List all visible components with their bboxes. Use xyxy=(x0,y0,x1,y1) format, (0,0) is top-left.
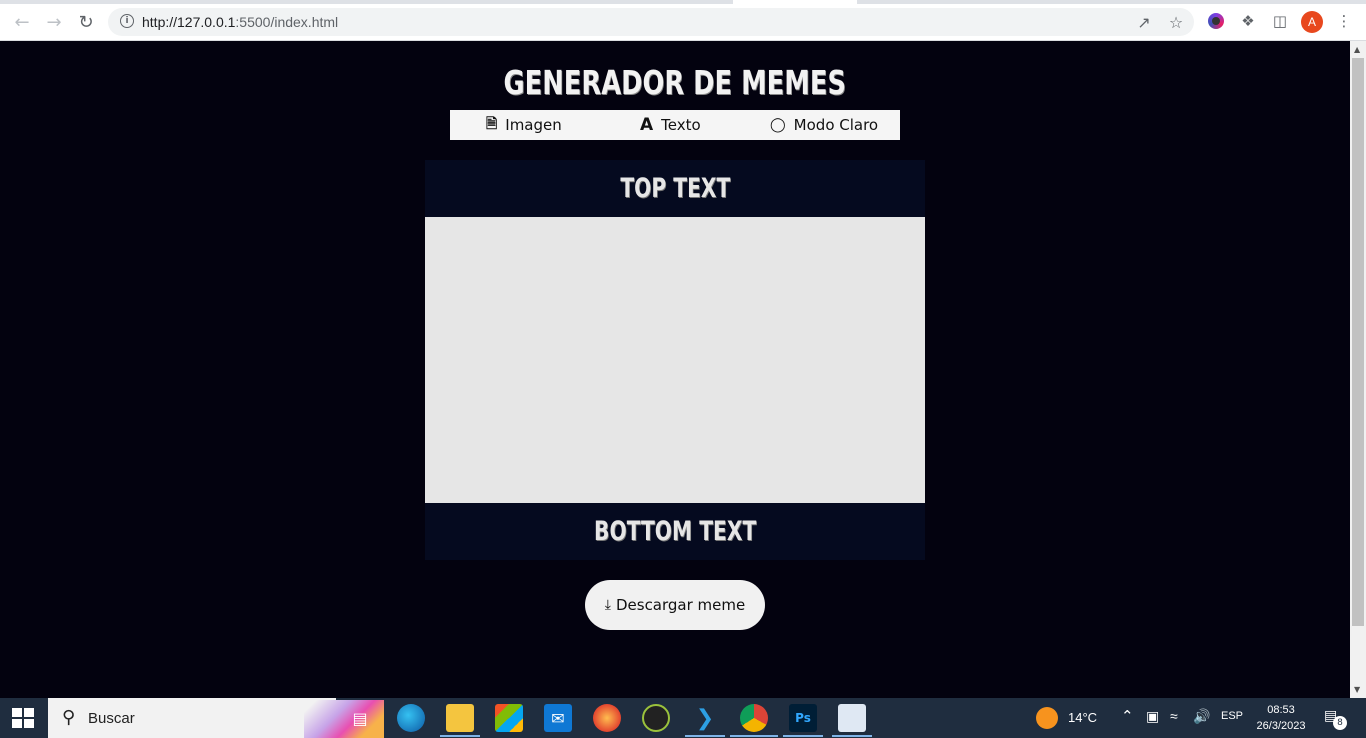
top-text: TOP TEXT xyxy=(620,173,730,204)
active-tab[interactable] xyxy=(733,0,857,4)
search-icon: ⚲ xyxy=(62,707,76,728)
mail-icon[interactable]: ✉ xyxy=(544,704,572,732)
search-input[interactable]: Buscar xyxy=(88,710,135,727)
volume-icon[interactable]: 🔊 xyxy=(1193,708,1210,725)
running-indicator xyxy=(783,735,823,737)
language-indicator[interactable]: ESP xyxy=(1221,710,1243,722)
clock-date: 26/3/2023 xyxy=(1256,720,1306,732)
info-icon[interactable]: i xyxy=(120,14,134,28)
vscode-icon[interactable]: ❯ xyxy=(691,704,719,732)
weather-icon[interactable] xyxy=(1036,707,1058,729)
scroll-up-icon[interactable]: ▲ xyxy=(1354,45,1360,54)
clock-time: 08:53 xyxy=(1267,704,1295,716)
scrollbar-thumb[interactable] xyxy=(1352,58,1364,626)
meme-container: TOP TEXT BOTTOM TEXT xyxy=(425,160,925,560)
download-meme-button[interactable]: ⤓ Descargar meme xyxy=(585,580,765,630)
menu-item-modo-claro[interactable]: ◯ Modo Claro xyxy=(770,110,878,140)
taskbar: ⚲ Buscar ▤ ✉ ❯ Ps 14°C ⌃ ▣ ≈ 🔊 ESP 08:53… xyxy=(0,698,1366,738)
url-path: :5500/index.html xyxy=(235,14,339,30)
bottom-text: BOTTOM TEXT xyxy=(593,516,757,547)
back-arrow-icon[interactable]: ← xyxy=(10,10,34,34)
star-icon[interactable]: ☆ xyxy=(1166,12,1186,32)
menu-item-label: Texto xyxy=(661,116,701,134)
menu-item-texto[interactable]: A Texto xyxy=(640,110,701,140)
meme-image-area xyxy=(425,217,925,503)
chrome-icon[interactable] xyxy=(740,704,768,732)
page-title: GENERADOR DE MEMES xyxy=(503,63,847,102)
lightbulb-icon: ◯ xyxy=(770,117,786,133)
share-icon[interactable]: ↗ xyxy=(1134,12,1154,32)
scroll-down-icon[interactable]: ▼ xyxy=(1354,685,1360,694)
paint-icon[interactable] xyxy=(838,704,866,732)
edge-icon[interactable] xyxy=(397,704,425,732)
menu-item-label: Imagen xyxy=(505,116,562,134)
kebab-menu-icon[interactable]: ⋮ xyxy=(1333,10,1355,32)
file-image-icon: 🗎 xyxy=(486,116,498,132)
notification-badge: 8 xyxy=(1333,716,1347,730)
menu-item-label: Modo Claro xyxy=(793,116,879,134)
page-viewport: GENERADOR DE MEMES 🗎 Imagen A Texto ◯ Mo… xyxy=(0,41,1350,698)
notification-icon[interactable]: ▤ 8 xyxy=(1324,708,1347,730)
menu-item-imagen[interactable]: 🗎 Imagen xyxy=(486,110,562,140)
photoshop-icon[interactable]: Ps xyxy=(789,704,817,732)
taskbar-search[interactable]: ⚲ Buscar xyxy=(48,698,384,738)
reload-icon[interactable]: ↻ xyxy=(74,10,98,34)
avatar[interactable]: A xyxy=(1301,11,1323,33)
main-menu: 🗎 Imagen A Texto ◯ Modo Claro xyxy=(450,110,900,140)
forward-arrow-icon[interactable]: → xyxy=(42,10,66,34)
side-panel-icon[interactable]: ◫ xyxy=(1269,10,1291,32)
firefox-icon[interactable] xyxy=(593,704,621,732)
url-text[interactable]: http://127.0.0.1:5500/index.html xyxy=(142,14,338,30)
meet-now-icon[interactable]: ▣ xyxy=(1146,708,1159,725)
wifi-icon[interactable]: ≈ xyxy=(1170,708,1178,724)
running-indicator xyxy=(685,735,725,737)
tab-strip xyxy=(0,0,1366,4)
weather-temp[interactable]: 14°C xyxy=(1068,710,1097,725)
text-font-icon: A xyxy=(640,115,654,135)
windows-start-icon[interactable] xyxy=(12,708,34,728)
task-view-icon[interactable]: ▤ xyxy=(346,704,374,732)
inkscape-icon[interactable] xyxy=(642,704,670,732)
download-icon: ⤓ xyxy=(604,597,611,613)
chevron-up-icon[interactable]: ⌃ xyxy=(1121,707,1134,725)
running-indicator xyxy=(730,735,778,737)
running-indicator xyxy=(440,735,480,737)
url-host: http://127.0.0.1 xyxy=(142,14,236,30)
download-label: Descargar meme xyxy=(615,596,746,614)
clock[interactable]: 08:53 26/3/2023 xyxy=(1248,702,1314,734)
running-indicator xyxy=(832,735,872,737)
top-text-box: TOP TEXT xyxy=(425,160,925,217)
microsoft-store-icon[interactable] xyxy=(495,704,523,732)
address-bar[interactable]: i http://127.0.0.1:5500/index.html ↗ ☆ xyxy=(108,8,1194,36)
browser-toolbar: ← → ↻ i http://127.0.0.1:5500/index.html… xyxy=(0,0,1366,41)
puzzle-icon[interactable]: ❖ xyxy=(1237,10,1259,32)
vertical-scrollbar[interactable]: ▲ ▼ xyxy=(1350,41,1366,698)
bottom-text-box: BOTTOM TEXT xyxy=(425,503,925,560)
extension-icon[interactable] xyxy=(1205,10,1227,32)
file-explorer-icon[interactable] xyxy=(446,704,474,732)
